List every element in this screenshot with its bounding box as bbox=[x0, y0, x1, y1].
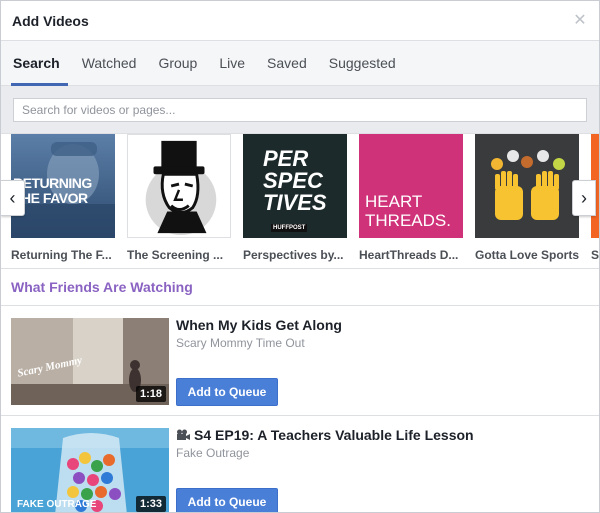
film-camera-icon bbox=[177, 429, 190, 440]
tabs-area: Search Watched Group Live Saved Suggeste… bbox=[1, 41, 599, 86]
add-to-queue-button[interactable]: Add to Queue bbox=[176, 488, 278, 512]
page-name: Gotta Love Sports bbox=[475, 248, 579, 262]
video-row: Scary Mommy 1:18 When My Kids Get Along … bbox=[1, 306, 599, 416]
page-thumbnail bbox=[127, 134, 231, 238]
raised-hands-sports-icon bbox=[491, 150, 565, 220]
video-title: S4 EP19: A Teachers Valuable Life Lesson bbox=[194, 427, 474, 443]
page-card-gotta-love-sports[interactable]: Gotta Love Sports bbox=[475, 134, 579, 262]
tab-live[interactable]: Live bbox=[211, 41, 253, 85]
perspectives-text: PER SPEC TIVES bbox=[263, 146, 327, 215]
page-thumbnail: HEART THREADS. bbox=[359, 134, 463, 238]
section-title: What Friends Are Watching bbox=[1, 269, 599, 306]
video-title-wrap[interactable]: S4 EP19: A Teachers Valuable Life Lesson bbox=[176, 427, 474, 443]
add-to-queue-button[interactable]: Add to Queue bbox=[176, 378, 278, 406]
chevron-right-icon[interactable]: › bbox=[572, 180, 596, 216]
page-card-perspectives[interactable]: PER SPEC TIVES HUFFPOST Perspectives by.… bbox=[243, 134, 347, 262]
page-thumbnail: PER SPEC TIVES HUFFPOST bbox=[243, 134, 347, 238]
video-title[interactable]: When My Kids Get Along bbox=[176, 317, 342, 333]
add-videos-dialog: Add Videos ✕ Search Watched Group Live S… bbox=[0, 0, 600, 513]
tab-search[interactable]: Search bbox=[5, 41, 68, 86]
pages-carousel: ‹ RETURNING THE FAVOR Returning The F...… bbox=[1, 134, 599, 269]
video-thumbnail[interactable]: Scary Mommy 1:18 bbox=[11, 318, 169, 405]
page-thumbnail: RETURNING THE FAVOR bbox=[11, 134, 115, 238]
search-input[interactable] bbox=[13, 98, 587, 122]
video-thumbnail[interactable]: FAKE OUTRAGE 1:33 bbox=[11, 428, 169, 512]
returning-favor-text: RETURNING THE FAVOR bbox=[13, 175, 92, 206]
search-row bbox=[1, 86, 599, 134]
video-source[interactable]: Scary Mommy Time Out bbox=[176, 336, 305, 350]
tab-bar: Search Watched Group Live Saved Suggeste… bbox=[1, 41, 599, 86]
page-name: The Screening ... bbox=[127, 248, 224, 262]
dialog-title: Add Videos bbox=[12, 12, 89, 29]
video-source[interactable]: Fake Outrage bbox=[176, 446, 249, 460]
heartthreads-text: HEART THREADS. bbox=[365, 192, 451, 230]
huffpost-badge: HUFFPOST bbox=[271, 224, 308, 232]
page-name: Returning The F... bbox=[11, 248, 112, 262]
chevron-left-icon[interactable]: ‹ bbox=[1, 180, 25, 216]
dialog-header: Add Videos ✕ bbox=[1, 1, 599, 41]
fake-outrage-watermark: FAKE OUTRAGE bbox=[17, 499, 97, 510]
tab-suggested[interactable]: Suggested bbox=[321, 41, 404, 85]
pages-list: RETURNING THE FAVOR Returning The F... T… bbox=[11, 134, 599, 262]
page-name: Perspectives by... bbox=[243, 248, 344, 262]
tab-group[interactable]: Group bbox=[150, 41, 205, 85]
close-icon[interactable]: ✕ bbox=[572, 12, 588, 29]
page-card-the-screening-room[interactable]: The Screening ... bbox=[127, 134, 231, 262]
top-hat-character-icon bbox=[128, 135, 230, 237]
video-duration: 1:33 bbox=[135, 496, 166, 512]
tab-watched[interactable]: Watched bbox=[74, 41, 145, 85]
page-thumbnail bbox=[475, 134, 579, 238]
video-row: FAKE OUTRAGE 1:33 S4 EP19: A Teachers Va… bbox=[1, 416, 599, 512]
page-card-heartthreads[interactable]: HEART THREADS. HeartThreads D... bbox=[359, 134, 463, 262]
video-duration: 1:18 bbox=[135, 386, 166, 402]
tab-saved[interactable]: Saved bbox=[259, 41, 315, 85]
page-name: S bbox=[591, 248, 599, 262]
page-card-returning-the-favor[interactable]: RETURNING THE FAVOR Returning The F... bbox=[11, 134, 115, 262]
page-name: HeartThreads D... bbox=[359, 248, 459, 262]
